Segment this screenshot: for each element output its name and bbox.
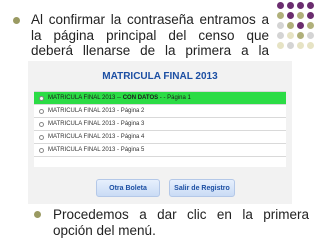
menu-list: MATRICULA FINAL 2013 -- CON DATOS - - Pá… [34, 91, 286, 167]
decor-dot [297, 22, 304, 29]
menu-item-label: MATRICULA FINAL 2013 -- CON DATOS - - Pá… [48, 95, 191, 101]
menu-item-label: MATRICULA FINAL 2013 - Página 2 [48, 108, 145, 114]
decor-dot [297, 12, 304, 19]
decor-dot [307, 2, 314, 9]
decor-dot [287, 2, 294, 9]
decor-dot [307, 12, 314, 19]
decor-dot [287, 42, 294, 49]
decor-dot [287, 12, 294, 19]
radio-bullet-icon [39, 121, 44, 127]
bullet-icon [34, 211, 41, 218]
salir-de-registro-button[interactable]: Salir de Registro [169, 179, 235, 197]
screenshot-panel: MATRICULA FINAL 2013 MATRICULA FINAL 201… [28, 61, 292, 204]
decor-dot [307, 22, 314, 29]
radio-bullet-icon [39, 147, 44, 153]
bullet-icon [13, 17, 20, 24]
menu-item-label: MATRICULA FINAL 2013 - Página 4 [48, 134, 145, 140]
menu-item-label: MATRICULA FINAL 2013 - Página 3 [48, 121, 145, 127]
menu-item-page-2[interactable]: MATRICULA FINAL 2013 - Página 2 [34, 105, 286, 118]
menu-item-page-3[interactable]: MATRICULA FINAL 2013 - Página 3 [34, 118, 286, 131]
menu-item-label: MATRICULA FINAL 2013 - Página 5 [48, 147, 145, 153]
panel-title: MATRICULA FINAL 2013 [102, 70, 218, 82]
radio-bullet-icon [39, 108, 44, 114]
radio-bullet-icon [39, 95, 44, 101]
menu-item-page-5[interactable]: MATRICULA FINAL 2013 - Página 5 [34, 144, 286, 157]
menu-item-page-1[interactable]: MATRICULA FINAL 2013 -- CON DATOS - - Pá… [34, 92, 286, 105]
decor-dot [287, 22, 294, 29]
radio-bullet-icon [39, 134, 44, 140]
decor-dot [277, 32, 284, 39]
decor-dot [297, 2, 304, 9]
decor-dot [307, 42, 314, 49]
menu-item-page-4[interactable]: MATRICULA FINAL 2013 - Página 4 [34, 131, 286, 144]
decor-dot [297, 32, 304, 39]
decor-dot [297, 42, 304, 49]
decor-dot [277, 12, 284, 19]
decor-dot [277, 2, 284, 9]
decor-dot [287, 32, 294, 39]
decorative-dot-grid [277, 2, 314, 49]
paragraph-instruction: Procedemos a dar clic en la primera opci… [53, 207, 309, 238]
decor-dot [277, 42, 284, 49]
otra-boleta-button[interactable]: Otra Boleta [96, 179, 160, 197]
decor-dot [277, 22, 284, 29]
decor-dot [307, 32, 314, 39]
